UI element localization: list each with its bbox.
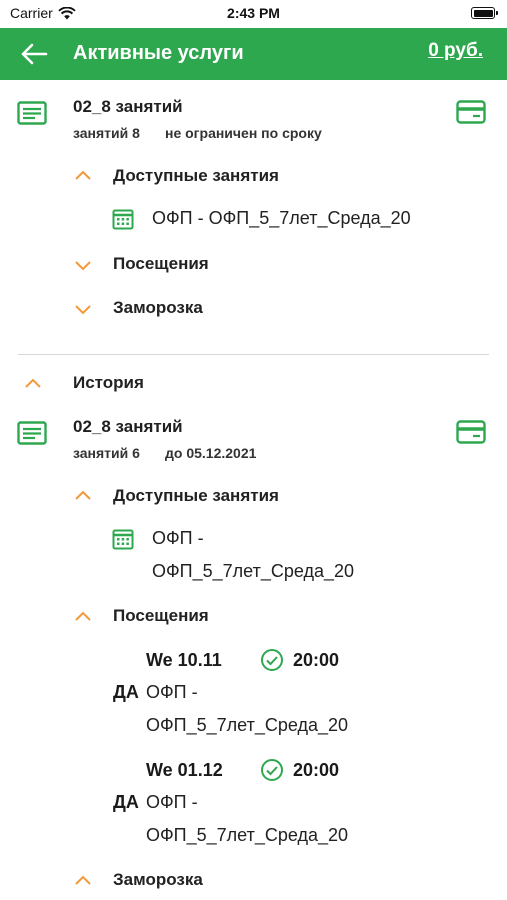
history-available-toggle[interactable]: Доступные занятия [113, 486, 279, 506]
visit-status: ДА [113, 792, 139, 812]
clock: 2:43 PM [227, 5, 280, 21]
history-available-item-line2: ОФП_5_7лет_Среда_20 [152, 561, 355, 581]
service-details-icon[interactable] [17, 421, 47, 445]
visit-time: 20:00 [293, 760, 340, 780]
battery-icon [471, 7, 498, 19]
history-service-validity: до 05.12.2021 [165, 445, 257, 461]
history-service-title: 02_8 занятий [73, 417, 183, 436]
chevron-down-icon[interactable] [74, 303, 92, 315]
visit-date: We 01.12 [146, 760, 223, 780]
service-validity: не ограничен по сроку [165, 125, 322, 141]
available-lesson-item: ОФП - ОФП_5_7лет_Среда_20 [152, 208, 411, 228]
freeze-toggle[interactable]: Заморозка [113, 298, 203, 318]
status-bar: Carrier 2:43 PM [0, 0, 507, 28]
check-circle-icon [261, 759, 283, 781]
chevron-up-icon[interactable] [74, 489, 92, 501]
calendar-icon [112, 529, 134, 550]
chevron-down-icon[interactable] [74, 259, 92, 271]
service-details-icon[interactable] [17, 101, 47, 125]
history-available-item-line1: ОФП - [152, 528, 204, 548]
balance-link[interactable]: 0 руб. [428, 40, 483, 62]
service-lessons: занятий 8 [73, 125, 140, 141]
visit-lesson-line1: ОФП - [146, 682, 198, 702]
visits-toggle[interactable]: Посещения [113, 254, 209, 274]
chevron-up-icon[interactable] [24, 377, 42, 389]
payment-card-icon[interactable] [456, 100, 486, 124]
app-bar: Активные услуги 0 руб. [0, 28, 507, 80]
visit-status: ДА [113, 682, 139, 702]
chevron-up-icon[interactable] [74, 610, 92, 622]
available-lessons-toggle[interactable]: Доступные занятия [113, 166, 279, 186]
history-toggle[interactable]: История [73, 373, 144, 393]
check-circle-icon [261, 649, 283, 671]
service-title: 02_8 занятий [73, 97, 183, 116]
chevron-up-icon[interactable] [74, 874, 92, 886]
back-arrow-icon[interactable] [18, 39, 50, 69]
visit-date: We 10.11 [146, 650, 222, 670]
history-visits-toggle[interactable]: Посещения [113, 606, 209, 626]
visit-lesson-line2: ОФП_5_7лет_Среда_20 [146, 715, 349, 735]
history-service-lessons: занятий 6 [73, 445, 140, 461]
visit-lesson-line2: ОФП_5_7лет_Среда_20 [146, 825, 349, 845]
history-freeze-toggle[interactable]: Заморозка [113, 870, 203, 890]
section-divider [18, 354, 489, 355]
visit-lesson-line1: ОФП - [146, 792, 198, 812]
payment-card-icon[interactable] [456, 420, 486, 444]
calendar-icon [112, 209, 134, 230]
page-title: Активные услуги [73, 42, 244, 64]
chevron-up-icon[interactable] [74, 169, 92, 181]
visit-time: 20:00 [293, 650, 340, 670]
